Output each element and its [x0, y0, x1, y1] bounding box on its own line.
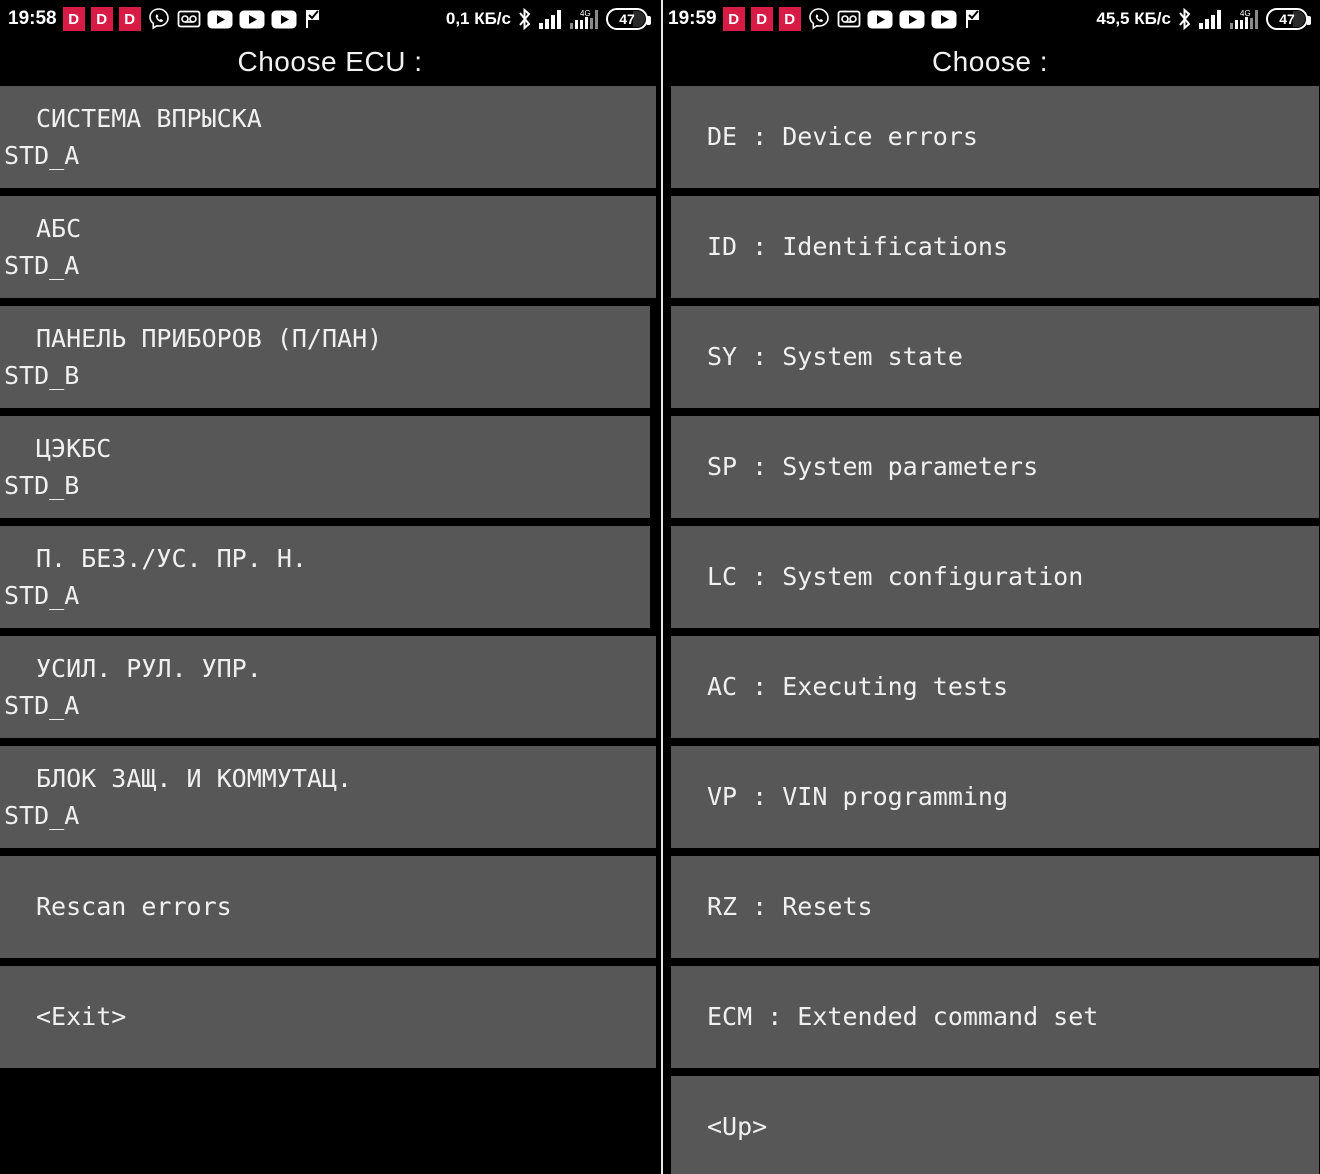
list-item-label: ECM : Extended command set	[707, 1002, 1099, 1032]
youtube-icon	[239, 10, 265, 29]
list-item-executing-tests[interactable]: AC : Executing tests	[671, 636, 1319, 738]
list-item-name: Rescan errors	[36, 892, 232, 922]
list-item-name: БЛОК ЗАЩ. И КОММУТАЦ.	[36, 763, 353, 793]
list-item-name: П. БЕЗ./УС. ПР. Н.	[36, 543, 307, 573]
notification-badge-d: D	[90, 7, 113, 31]
list-item-identifications[interactable]: ID : Identifications	[671, 196, 1319, 298]
youtube-icon	[271, 10, 297, 29]
list-item-ecu[interactable]: ЦЭКБС STD_B	[0, 416, 650, 518]
exit-button[interactable]: <Exit>	[0, 966, 656, 1068]
checkmark-flag-icon	[963, 8, 985, 30]
list-item-ecu[interactable]: СИСТЕМА ВПРЫСКА STD_A	[0, 86, 656, 188]
list-item-device-errors[interactable]: DE : Device errors	[671, 86, 1319, 188]
status-bar-right-group: 45,5 КБ/с 4G 47	[1096, 7, 1312, 31]
ecu-list: СИСТЕМА ВПРЫСКА STD_A АБС STD_A ПАНЕЛЬ П…	[0, 86, 660, 1068]
data-rate-label: 45,5 КБ/с	[1096, 9, 1171, 28]
status-bar-right-group: 0,1 КБ/с 4G 47	[446, 7, 652, 31]
list-item-label: AC : Executing tests	[707, 672, 1009, 702]
list-item-protocol: STD_A	[4, 691, 80, 720]
list-item-name: ПАНЕЛЬ ПРИБОРОВ (П/ПАН)	[36, 323, 383, 353]
clock: 19:58	[8, 8, 57, 29]
signal-bars-icon	[538, 8, 564, 30]
viber-icon	[807, 7, 831, 31]
list-item-name: ЦЭКБС	[36, 433, 112, 463]
right-screenshot-panel: 19:59 D D D 45,5 КБ/с 4G 47 Choose: DE …	[660, 0, 1320, 1174]
data-rate-label: 0,1 КБ/с	[445, 9, 511, 28]
status-bar-left: 19:58 D D D 0,1 КБ/с 4G 47	[0, 0, 660, 38]
list-item-name: <Exit>	[36, 1002, 127, 1032]
notification-badge-d: D	[722, 7, 745, 31]
list-item-label: RZ : Resets	[707, 892, 873, 922]
list-item-label: SY : System state	[707, 342, 963, 372]
list-item-label: LC : System configuration	[707, 562, 1084, 592]
list-item-protocol: STD_B	[4, 471, 80, 500]
list-item-system-state[interactable]: SY : System state	[671, 306, 1319, 408]
checkmark-flag-icon	[303, 8, 325, 30]
list-item-system-configuration[interactable]: LC : System configuration	[671, 526, 1319, 628]
svg-text:4G: 4G	[1240, 9, 1251, 18]
notification-badge-d: D	[62, 7, 85, 31]
list-item-ecu[interactable]: АБС STD_A	[0, 196, 656, 298]
battery-level-label: 47	[1279, 11, 1295, 27]
list-item-protocol: STD_A	[4, 581, 80, 610]
list-item-protocol: STD_A	[4, 801, 80, 830]
list-item-system-parameters[interactable]: SP : System parameters	[671, 416, 1319, 518]
rescan-errors-button[interactable]: Rescan errors	[0, 856, 656, 958]
list-item-ecu[interactable]: БЛОК ЗАЩ. И КОММУТАЦ. STD_A	[0, 746, 656, 848]
list-item-vin-programming[interactable]: VP : VIN programming	[671, 746, 1319, 848]
list-item-label: VP : VIN programming	[707, 782, 1009, 812]
left-screenshot-panel: 19:58 D D D 0,1 КБ/с 4G 47 Choose ECU: …	[0, 0, 660, 1174]
notification-badge-d: D	[118, 7, 141, 31]
viber-icon	[147, 7, 171, 31]
voicemail-icon	[177, 9, 201, 29]
status-bar-left-group: 19:58 D D D	[8, 7, 325, 31]
bluetooth-icon	[516, 7, 533, 31]
up-button[interactable]: <Up>	[671, 1076, 1319, 1174]
list-item-name: АБС	[36, 213, 82, 243]
youtube-icon	[931, 10, 957, 29]
youtube-icon	[207, 10, 233, 29]
svg-text:4G: 4G	[580, 9, 591, 18]
4g-signal-icon: 4G	[1229, 8, 1261, 30]
bluetooth-icon	[1176, 7, 1193, 31]
battery-icon: 47	[1266, 8, 1311, 30]
list-item-resets[interactable]: RZ : Resets	[671, 856, 1319, 958]
list-item-label: SP : System parameters	[707, 452, 1039, 482]
youtube-icon	[867, 10, 893, 29]
list-item-protocol: STD_A	[4, 141, 80, 170]
4g-signal-icon: 4G	[569, 8, 601, 30]
notification-badge-d: D	[750, 7, 773, 31]
list-item-protocol: STD_B	[4, 361, 80, 390]
list-item-name: УСИЛ. РУЛ. УПР.	[36, 653, 262, 683]
command-list: DE : Device errors ID : Identifications …	[660, 86, 1320, 1174]
page-title-left: Choose ECU :	[0, 38, 660, 86]
signal-bars-icon	[1198, 8, 1224, 30]
status-bar-left-group: 19:59 D D D	[668, 7, 985, 31]
list-item-name: СИСТЕМА ВПРЫСКА	[36, 103, 262, 133]
list-item-protocol: STD_A	[4, 251, 80, 280]
notification-badge-d: D	[778, 7, 801, 31]
list-item-label: <Up>	[707, 1112, 768, 1142]
list-item-ecu[interactable]: П. БЕЗ./УС. ПР. Н. STD_A	[0, 526, 650, 628]
panel-divider	[660, 0, 664, 1174]
battery-icon: 47	[606, 8, 651, 30]
clock: 19:59	[668, 8, 717, 29]
list-item-extended-command-set[interactable]: ECM : Extended command set	[671, 966, 1319, 1068]
list-item-ecu[interactable]: УСИЛ. РУЛ. УПР. STD_A	[0, 636, 656, 738]
list-item-label: DE : Device errors	[707, 122, 978, 152]
dual-screenshot-container: 19:58 D D D 0,1 КБ/с 4G 47 Choose ECU: …	[0, 0, 1320, 1174]
voicemail-icon	[837, 9, 861, 29]
list-item-label: ID : Identifications	[707, 232, 1009, 262]
youtube-icon	[899, 10, 925, 29]
battery-level-label: 47	[619, 11, 635, 27]
list-item-ecu[interactable]: ПАНЕЛЬ ПРИБОРОВ (П/ПАН) STD_B	[0, 306, 650, 408]
status-bar-right: 19:59 D D D 45,5 КБ/с 4G 47	[660, 0, 1320, 38]
page-title-right: Choose :	[660, 38, 1320, 86]
